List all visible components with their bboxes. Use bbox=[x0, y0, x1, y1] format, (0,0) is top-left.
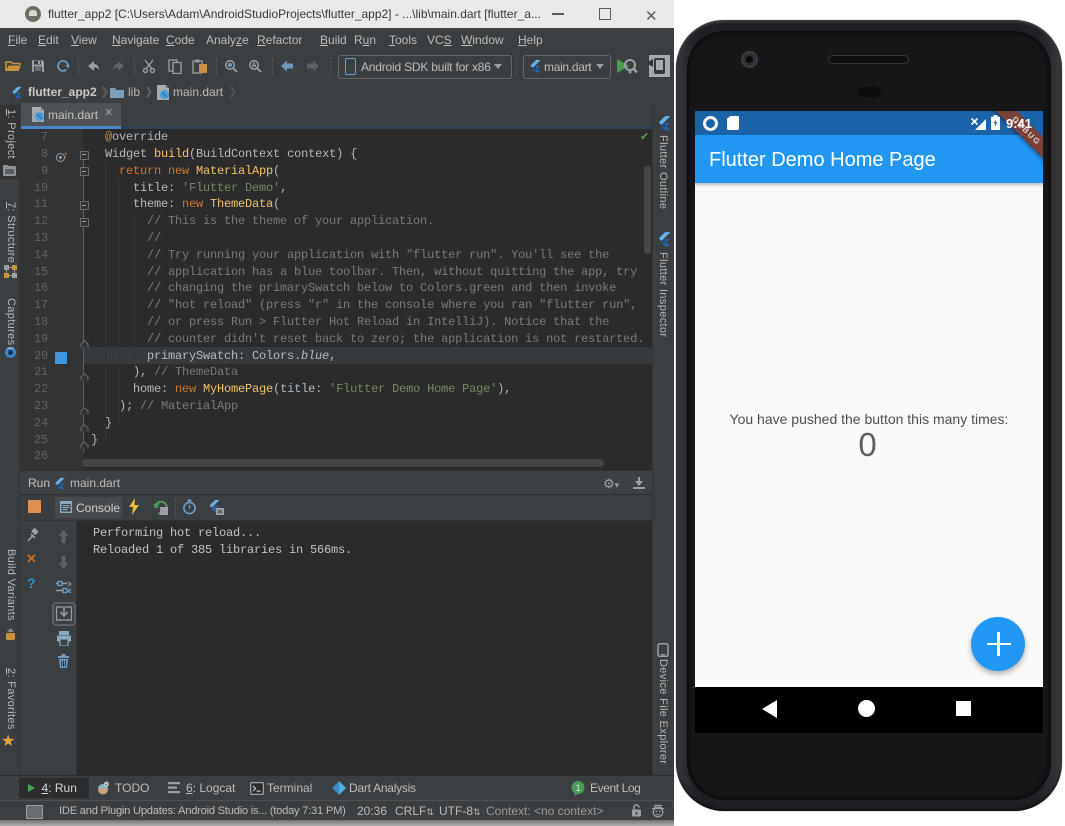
svg-text:A: A bbox=[252, 63, 257, 70]
svg-text:1: 1 bbox=[576, 783, 581, 793]
